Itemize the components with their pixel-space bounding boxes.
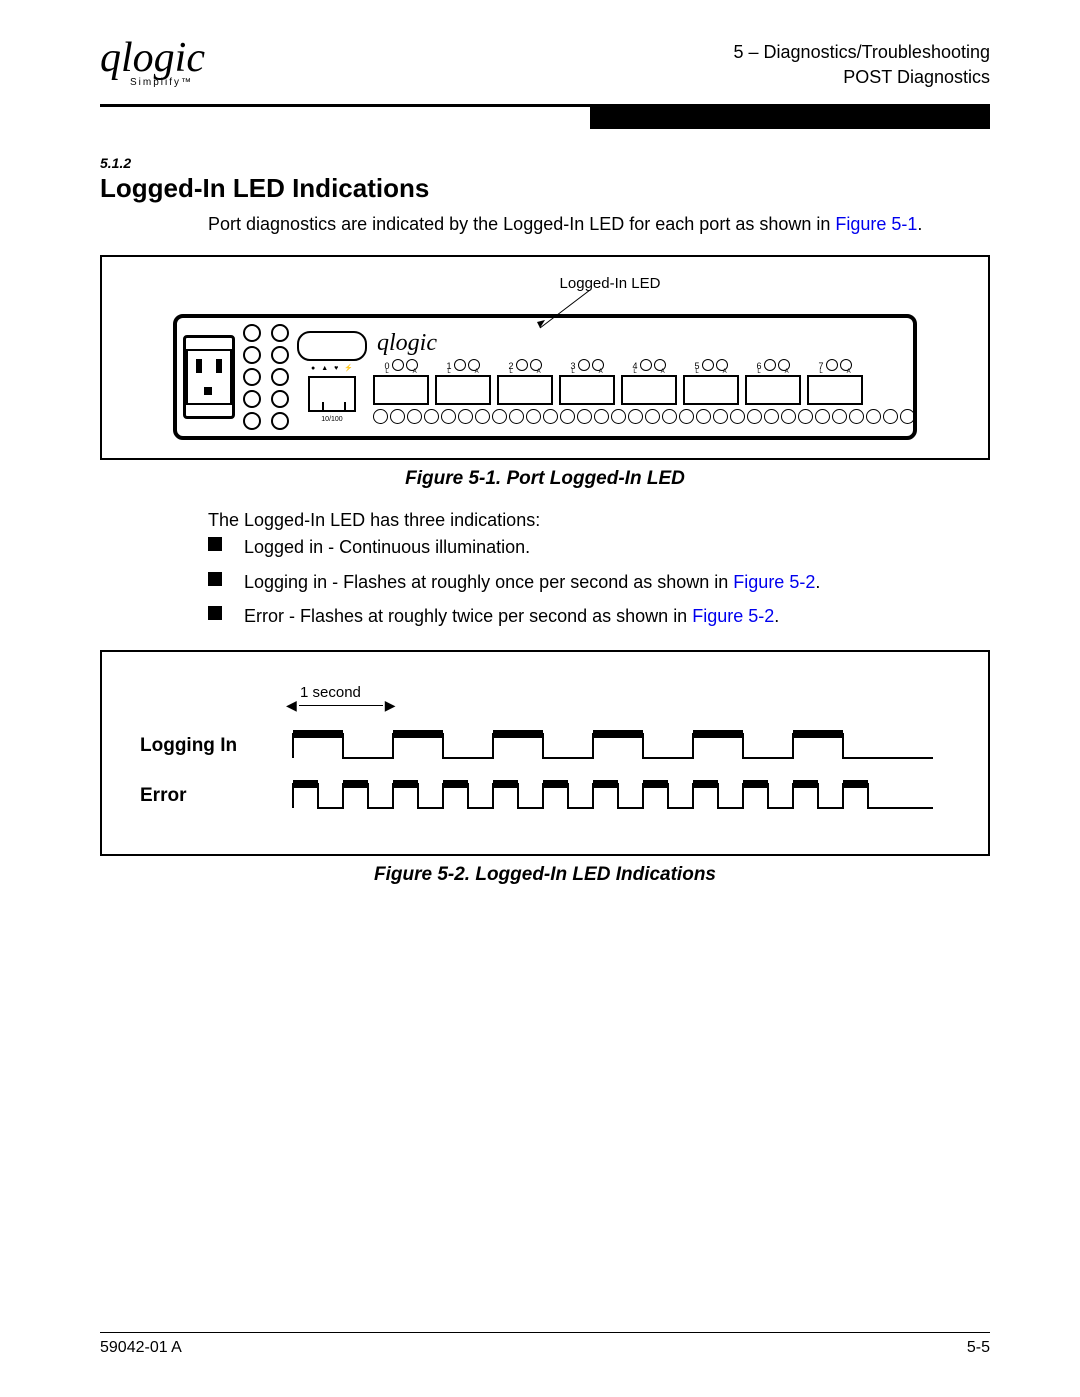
error-label: Error — [140, 785, 260, 807]
callout-arrow — [120, 290, 970, 330]
intro-paragraph: Port diagnostics are indicated by the Lo… — [208, 212, 980, 236]
header-black-bar — [590, 107, 991, 129]
bullet-icon — [208, 572, 222, 586]
power-inlet — [183, 335, 235, 419]
footer-left: 59042-01 A — [100, 1339, 182, 1357]
status-led-column-1 — [243, 324, 261, 430]
figure-5-2-link[interactable]: Figure 5-2 — [733, 572, 815, 592]
intro-pre: Port diagnostics are indicated by the Lo… — [208, 214, 835, 234]
figure-5-1-link[interactable]: Figure 5-1 — [835, 214, 917, 234]
device-front-panel: ●▲♥⚡ 10/100 qlogic 0LA 1LA 2LA 3LA 4LA 5… — [173, 314, 917, 440]
port-row: 0LA 1LA 2LA 3LA 4LA 5LA 6LA 7LA — [373, 359, 915, 405]
figure-5-2-caption: Figure 5-2. Logged-In LED Indications — [100, 864, 990, 886]
intro-post: . — [917, 214, 922, 234]
serial-port — [297, 331, 367, 361]
figure-5-2-link[interactable]: Figure 5-2 — [692, 606, 774, 626]
list-item: Error - Flashes at roughly twice per sec… — [208, 601, 990, 632]
section-number: 5.1.2 — [100, 155, 990, 171]
ethernet-label: 10/100 — [321, 416, 342, 423]
chapter-line: 5 – Diagnostics/Troubleshooting — [734, 40, 990, 65]
header-right: 5 – Diagnostics/Troubleshooting POST Dia… — [734, 40, 990, 90]
brand-logo: qlogic Simplify™ — [100, 40, 205, 87]
section-title: Logged-In LED Indications — [100, 173, 990, 204]
section-line: POST Diagnostics — [734, 65, 990, 90]
page-footer: 59042-01 A 5-5 — [100, 1332, 990, 1357]
indications-list: Logged in - Continuous illumination. Log… — [208, 532, 990, 632]
ethernet-port — [308, 376, 356, 412]
figure-5-1-box: Logged-In LED — [100, 255, 990, 460]
device-brand: qlogic — [377, 330, 437, 357]
bullet-icon — [208, 537, 222, 551]
status-led-column-2 — [271, 324, 289, 430]
error-waveform — [276, 778, 950, 814]
bottom-led-row — [373, 409, 915, 424]
list-item: Logged in - Continuous illumination. — [208, 532, 990, 563]
footer-right: 5-5 — [967, 1339, 990, 1357]
indications-lead: The Logged-In LED has three indications: — [208, 508, 980, 532]
mgmt-ports: ●▲♥⚡ 10/100 — [297, 331, 367, 423]
logging-in-label: Logging In — [140, 735, 260, 757]
list-item: Logging in - Flashes at roughly once per… — [208, 567, 990, 598]
logging-in-waveform — [276, 728, 950, 764]
figure-5-1-caption: Figure 5-1. Port Logged-In LED — [100, 468, 990, 490]
figure-5-2-box: 1 second ◀▶ Logging In Error — [100, 650, 990, 856]
bullet-icon — [208, 606, 222, 620]
logo-main: qlogic — [100, 35, 205, 81]
one-second-arrows: ◀▶ — [286, 697, 950, 714]
